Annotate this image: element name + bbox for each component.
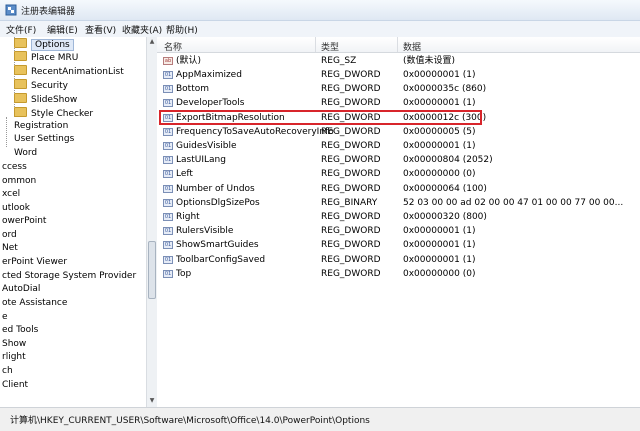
- folder-icon: [14, 51, 27, 61]
- tree-node[interactable]: AutoDial: [2, 283, 40, 296]
- tree-node[interactable]: RecentAnimationList: [14, 65, 124, 78]
- table-row[interactable]: 01 Bottom REG_DWORD 0x0000035c (860): [157, 82, 640, 96]
- registry-value-icon: 01: [163, 71, 173, 79]
- tree-node-options[interactable]: Options: [14, 38, 74, 51]
- folder-icon: [14, 93, 27, 103]
- window-title: 注册表编辑器: [21, 7, 76, 17]
- tree-node[interactable]: xcel: [2, 188, 20, 201]
- table-row[interactable]: 01 ShowSmartGuides REG_DWORD 0x00000001 …: [157, 238, 640, 252]
- tree-node[interactable]: Style Checker: [14, 107, 93, 120]
- table-row[interactable]: 01 OptionsDlgSizePos REG_BINARY 52 03 00…: [157, 196, 640, 210]
- menu-favorites[interactable]: 收藏夹(A): [122, 23, 162, 36]
- tree-node[interactable]: utlook: [2, 202, 30, 215]
- table-row[interactable]: 01 Right REG_DWORD 0x00000320 (800): [157, 210, 640, 224]
- table-row[interactable]: 01 DeveloperTools REG_DWORD 0x00000001 (…: [157, 96, 640, 110]
- scroll-up-icon[interactable]: ▲: [148, 38, 156, 46]
- column-header: 名称 类型 数据: [157, 37, 640, 53]
- registry-value-icon: 01: [163, 256, 173, 264]
- highlight-box: [159, 110, 482, 125]
- tree-node[interactable]: rlight: [2, 351, 26, 364]
- registry-value-icon: 01: [163, 99, 173, 107]
- tree-node[interactable]: cted Storage System Provider: [2, 270, 136, 283]
- table-row[interactable]: 01 LastUILang REG_DWORD 0x00000804 (2052…: [157, 153, 640, 167]
- registry-value-icon: 01: [163, 227, 173, 235]
- tree-node[interactable]: ote Assistance: [2, 297, 67, 310]
- table-row[interactable]: 01 ToolbarConfigSaved REG_DWORD 0x000000…: [157, 253, 640, 267]
- tree-node[interactable]: e: [2, 311, 8, 324]
- registry-value-icon: 01: [163, 142, 173, 150]
- tree-node[interactable]: ccess: [2, 161, 27, 174]
- column-type[interactable]: 类型: [321, 40, 339, 53]
- scroll-thumb[interactable]: [148, 241, 156, 299]
- tree-node[interactable]: Word: [14, 147, 37, 160]
- table-row[interactable]: 01 Number of Undos REG_DWORD 0x00000064 …: [157, 182, 640, 196]
- registry-value-icon: 01: [163, 199, 173, 207]
- registry-value-icon: 01: [163, 128, 173, 136]
- menu-help[interactable]: 帮助(H): [166, 23, 198, 36]
- folder-icon: [14, 65, 27, 75]
- tree-node[interactable]: Security: [14, 79, 68, 92]
- menu-bar: 文件(F) 编辑(E) 查看(V) 收藏夹(A) 帮助(H): [0, 21, 640, 38]
- column-name[interactable]: 名称: [164, 40, 182, 53]
- tree-node[interactable]: Client: [2, 379, 28, 392]
- value-list[interactable]: 名称 类型 数据 ab (默认) REG_SZ (数值未设置) 01 AppMa…: [157, 37, 640, 407]
- tree-node[interactable]: User Settings: [14, 133, 74, 146]
- table-row[interactable]: 01 RulersVisible REG_DWORD 0x00000001 (1…: [157, 224, 640, 238]
- status-bar: 计算机\HKEY_CURRENT_USER\Software\Microsoft…: [0, 407, 640, 431]
- column-data[interactable]: 数据: [403, 40, 421, 53]
- table-row[interactable]: ab (默认) REG_SZ (数值未设置): [157, 54, 640, 68]
- string-value-icon: ab: [163, 57, 173, 65]
- tree-node[interactable]: owerPoint: [2, 215, 46, 228]
- registry-value-icon: 01: [163, 85, 173, 93]
- key-path: 计算机\HKEY_CURRENT_USER\Software\Microsoft…: [10, 416, 370, 426]
- table-row[interactable]: 01 FrequencyToSaveAutoRecoveryInfo REG_D…: [157, 125, 640, 139]
- key-tree[interactable]: Options Place MRU RecentAnimationList Se…: [0, 37, 146, 407]
- tree-node[interactable]: ord: [2, 229, 17, 242]
- table-row[interactable]: 01 AppMaximized REG_DWORD 0x00000001 (1): [157, 68, 640, 82]
- folder-icon: [14, 38, 27, 48]
- scroll-down-icon[interactable]: ▼: [148, 397, 156, 405]
- registry-value-icon: 01: [163, 270, 173, 278]
- registry-value-icon: 01: [163, 185, 173, 193]
- registry-value-icon: 01: [163, 156, 173, 164]
- tree-node[interactable]: Net: [2, 242, 18, 255]
- tree-node[interactable]: Place MRU: [14, 51, 78, 64]
- folder-icon: [14, 107, 27, 117]
- tree-node[interactable]: Show: [2, 338, 26, 351]
- table-row[interactable]: 01 Top REG_DWORD 0x00000000 (0): [157, 267, 640, 281]
- registry-value-icon: 01: [163, 213, 173, 221]
- folder-icon: [14, 79, 27, 89]
- tree-node[interactable]: erPoint Viewer: [2, 256, 67, 269]
- tree-node[interactable]: SlideShow: [14, 93, 77, 106]
- menu-edit[interactable]: 编辑(E): [47, 23, 78, 36]
- regedit-icon: [5, 4, 17, 16]
- tree-node[interactable]: ch: [2, 365, 13, 378]
- registry-value-icon: 01: [163, 170, 173, 178]
- registry-value-icon: 01: [163, 241, 173, 249]
- table-row[interactable]: 01 Left REG_DWORD 0x00000000 (0): [157, 167, 640, 181]
- title-bar: 注册表编辑器: [0, 0, 640, 21]
- table-row[interactable]: 01 GuidesVisible REG_DWORD 0x00000001 (1…: [157, 139, 640, 153]
- tree-node[interactable]: Registration: [14, 120, 68, 133]
- menu-view[interactable]: 查看(V): [85, 23, 116, 36]
- menu-file[interactable]: 文件(F): [6, 23, 36, 36]
- tree-node[interactable]: ommon: [2, 175, 36, 188]
- tree-node[interactable]: ed Tools: [2, 324, 38, 337]
